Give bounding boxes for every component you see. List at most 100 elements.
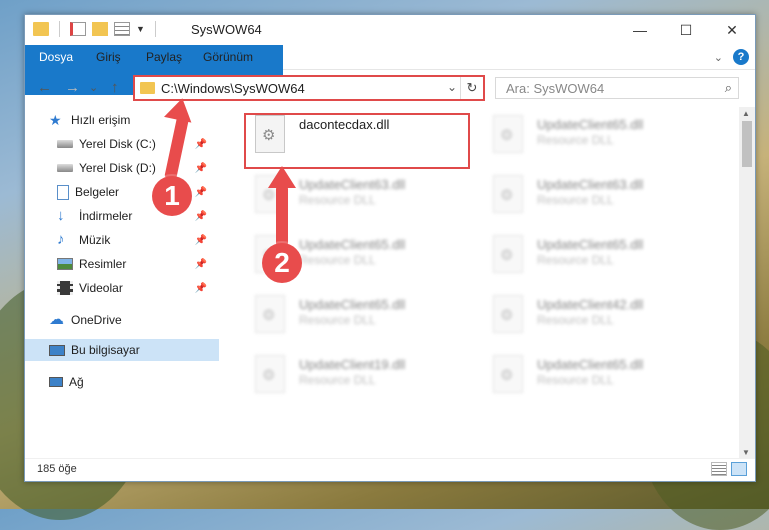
address-dropdown-chevron-icon[interactable]: ⌄ — [447, 80, 457, 94]
expand-ribbon-chevron-down-icon[interactable]: ⌄ — [714, 51, 723, 64]
view-switcher — [711, 462, 747, 476]
status-bar: 185 öğe — [25, 458, 755, 481]
address-path[interactable]: C:\Windows\SysWOW64 — [161, 81, 305, 96]
help-icon[interactable]: ? — [733, 49, 749, 65]
pin-icon[interactable]: 📌 — [195, 139, 207, 150]
sidebar-item-downloads[interactable]: ↓ İndirmeler 📌 — [25, 205, 219, 227]
details-view-icon[interactable] — [711, 462, 727, 476]
explorer-window: ▼ SysWOW64 — ☐ ✕ Dosya Giriş Paylaş Görü… — [24, 14, 756, 482]
address-bar[interactable]: C:\Windows\SysWOW64 ⌄ ↻ — [133, 75, 485, 101]
quick-access-toolbar: ▼ — [33, 21, 160, 37]
sidebar-item-videos[interactable]: Videolar 📌 — [25, 277, 219, 299]
scroll-down-icon[interactable]: ▼ — [742, 448, 750, 457]
search-input[interactable]: Ara: SysWOW64 ⌕ — [495, 77, 739, 99]
title-bar: ▼ SysWOW64 — ☐ ✕ — [25, 15, 755, 45]
new-folder-icon[interactable] — [92, 22, 108, 36]
vertical-scrollbar[interactable]: ▲ ▼ — [739, 107, 755, 459]
sidebar-item-label: OneDrive — [71, 313, 122, 327]
pin-icon[interactable]: 📌 — [195, 187, 207, 198]
sidebar-item-network[interactable]: Ağ — [25, 371, 219, 393]
gear-icon: ⚙ — [262, 187, 276, 204]
file-item[interactable]: ⚙ UpdateClient65.dll Resource DLL — [487, 351, 717, 401]
file-name: UpdateClient65.dll — [537, 237, 644, 252]
tab-share[interactable]: Paylaş — [146, 45, 182, 69]
properties-icon[interactable] — [70, 22, 86, 36]
item-count: 185 öğe — [37, 463, 77, 475]
rename-icon[interactable] — [114, 22, 130, 36]
gear-icon: ⚙ — [500, 307, 514, 324]
maximize-button[interactable]: ☐ — [663, 15, 709, 45]
file-type: Resource DLL — [537, 133, 614, 147]
divider — [154, 21, 156, 37]
scroll-up-icon[interactable]: ▲ — [742, 109, 750, 118]
cloud-icon: ☁ — [49, 311, 64, 328]
tab-view[interactable]: Görünüm — [203, 45, 253, 69]
dll-file-icon: ⚙ — [493, 175, 523, 213]
file-item[interactable]: ⚙ UpdateClient63.dll Resource DLL — [487, 171, 717, 221]
file-item[interactable]: ⚙ UpdateClient65.dll Resource DLL — [249, 291, 479, 341]
dll-file-icon: ⚙ — [493, 115, 523, 153]
gear-icon: ⚙ — [500, 247, 514, 264]
dll-file-icon: ⚙ — [493, 355, 523, 393]
sidebar-item-local-disk-d[interactable]: Yerel Disk (D:) 📌 — [25, 157, 219, 179]
sidebar-item-pictures[interactable]: Resimler 📌 — [25, 253, 219, 275]
file-name: UpdateClient65.dll — [299, 297, 406, 312]
minimize-button[interactable]: — — [617, 15, 663, 45]
pin-icon[interactable]: 📌 — [195, 211, 207, 222]
selected-file-highlight — [244, 113, 470, 169]
divider — [59, 21, 60, 37]
search-placeholder: Ara: SysWOW64 — [506, 81, 605, 96]
forward-button[interactable]: → — [65, 79, 80, 96]
back-button[interactable]: ← — [37, 79, 52, 96]
file-item[interactable]: ⚙ UpdateClient19.dll Resource DLL — [249, 351, 479, 401]
file-name: UpdateClient65.dll — [537, 357, 644, 372]
folder-icon — [33, 22, 49, 36]
navigation-bar: ← → ⌄ ↑ C:\Windows\SysWOW64 ⌄ ↻ Ara: Sys… — [25, 71, 755, 105]
dll-file-icon: ⚙ — [255, 295, 285, 333]
up-button[interactable]: ↑ — [111, 79, 119, 96]
drive-icon — [57, 164, 73, 172]
sidebar-item-music[interactable]: ♪ Müzik 📌 — [25, 229, 219, 251]
file-type: Resource DLL — [299, 313, 376, 327]
recent-locations-chevron-icon[interactable]: ⌄ — [89, 81, 98, 94]
scrollbar-thumb[interactable] — [742, 121, 752, 167]
tab-home[interactable]: Giriş — [96, 45, 121, 69]
sidebar-item-label: Yerel Disk (D:) — [79, 161, 156, 175]
sidebar-item-onedrive[interactable]: ☁ OneDrive — [25, 309, 219, 331]
sidebar-item-label: İndirmeler — [79, 209, 133, 223]
callout-1: 1 — [152, 176, 192, 216]
folder-icon — [140, 82, 155, 94]
gear-icon: ⚙ — [262, 367, 276, 384]
pin-icon[interactable]: 📌 — [195, 259, 207, 270]
sidebar-item-label: Müzik — [79, 233, 111, 247]
file-item[interactable]: ⚙ UpdateClient65.dll Resource DLL — [487, 231, 717, 281]
file-name: UpdateClient19.dll — [299, 357, 406, 372]
gear-icon: ⚙ — [262, 307, 276, 324]
pin-icon[interactable]: 📌 — [195, 163, 207, 174]
file-name: UpdateClient63.dll — [537, 177, 644, 192]
sidebar-item-this-pc[interactable]: Bu bilgisayar — [25, 339, 219, 361]
video-icon — [57, 281, 73, 295]
pin-icon[interactable]: 📌 — [195, 235, 207, 246]
ribbon-right-controls: ⌄ ? — [714, 49, 749, 65]
dll-file-icon: ⚙ — [255, 355, 285, 393]
arrow-2-head — [268, 166, 296, 188]
window-controls: — ☐ ✕ — [617, 15, 755, 45]
customize-toolbar-chevron-icon[interactable]: ▼ — [136, 24, 145, 34]
gear-icon: ⚙ — [500, 127, 514, 144]
music-icon: ♪ — [57, 231, 65, 248]
sidebar-item-local-disk-c[interactable]: Yerel Disk (C:) 📌 — [25, 133, 219, 155]
close-button[interactable]: ✕ — [709, 15, 755, 45]
file-item[interactable]: ⚙ UpdateClient42.dll Resource DLL — [487, 291, 717, 341]
dll-file-icon: ⚙ — [493, 235, 523, 273]
search-icon[interactable]: ⌕ — [725, 80, 732, 96]
large-icons-view-icon[interactable] — [731, 462, 747, 476]
document-icon — [57, 184, 69, 200]
callout-2: 2 — [262, 243, 302, 283]
pin-icon[interactable]: 📌 — [195, 283, 207, 294]
dll-file-icon: ⚙ — [493, 295, 523, 333]
star-icon: ★ — [49, 112, 62, 128]
file-item[interactable]: ⚙ UpdateClient65.dll Resource DLL — [487, 111, 717, 161]
refresh-button[interactable]: ↻ — [460, 77, 483, 99]
picture-icon — [57, 258, 73, 270]
